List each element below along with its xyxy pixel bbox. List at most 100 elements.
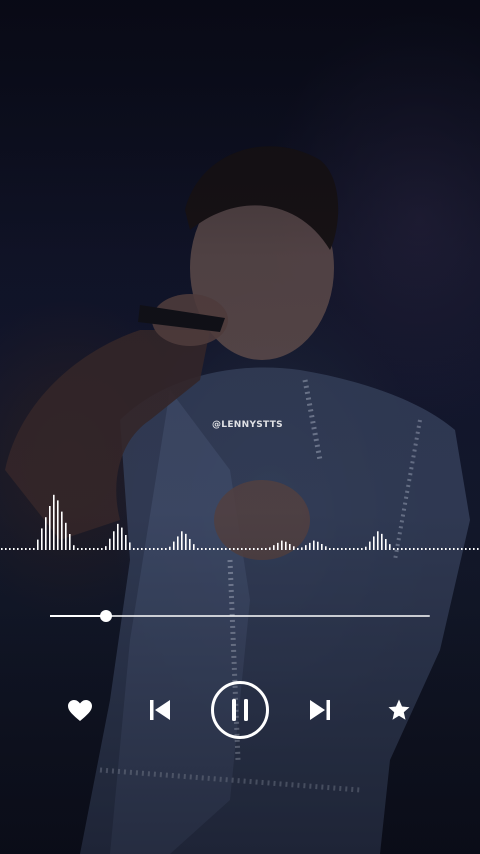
- waveform-bar: [137, 548, 139, 550]
- waveform-bar: [317, 541, 319, 550]
- waveform-bar: [161, 548, 163, 550]
- waveform-bar: [381, 533, 383, 550]
- waveform-bar: [353, 548, 355, 550]
- heart-icon: [68, 700, 92, 721]
- waveform-bar: [277, 542, 279, 550]
- waveform-bar: [401, 548, 403, 550]
- waveform-bar: [305, 545, 307, 550]
- skip-previous-icon: [150, 700, 170, 720]
- watermark-text: @LENNYSTTS: [212, 420, 283, 430]
- waveform-bar: [97, 548, 99, 550]
- waveform-bar: [393, 548, 395, 550]
- waveform-bar: [169, 546, 171, 550]
- waveform-bar: [453, 548, 455, 550]
- waveform-bar: [61, 511, 63, 550]
- waveform-bar: [121, 527, 123, 550]
- progress-fill: [50, 615, 106, 617]
- waveform-bar: [157, 548, 159, 550]
- waveform-bar: [257, 548, 259, 550]
- waveform-bar: [225, 548, 227, 550]
- waveform-bar: [329, 548, 331, 550]
- waveform-bar: [133, 548, 135, 550]
- waveform-bar: [21, 548, 23, 550]
- waveform-bar: [89, 548, 91, 550]
- waveform-bar: [421, 548, 423, 550]
- waveform-bar: [117, 523, 119, 550]
- waveform-bar: [13, 548, 15, 550]
- waveform-bar: [313, 540, 315, 550]
- waveform-bar: [77, 548, 79, 550]
- waveform-bar: [149, 548, 151, 550]
- waveform-bar: [177, 536, 179, 550]
- waveform-bar: [65, 522, 67, 550]
- waveform-bar: [345, 548, 347, 550]
- waveform-bar: [269, 547, 271, 550]
- progress-thumb[interactable]: [99, 610, 112, 622]
- waveform-bar: [113, 531, 115, 550]
- playback-controls: [0, 680, 480, 740]
- waveform-bar: [265, 548, 267, 550]
- waveform-bar: [101, 548, 103, 550]
- waveform-bar: [197, 548, 199, 550]
- waveform-bar: [141, 548, 143, 550]
- waveform-bar: [461, 548, 463, 550]
- waveform-bar: [289, 544, 291, 550]
- like-button[interactable]: [66, 697, 94, 725]
- waveform-bar: [29, 548, 31, 550]
- favorite-button[interactable]: [386, 697, 412, 723]
- waveform-bar: [397, 548, 399, 550]
- pause-icon: [211, 681, 269, 739]
- waveform-bar: [429, 548, 431, 550]
- waveform-bar: [245, 548, 247, 550]
- waveform-bar: [125, 535, 127, 550]
- waveform-bar: [81, 548, 83, 550]
- star-icon: [388, 699, 410, 720]
- waveform-bar: [105, 546, 107, 550]
- waveform-bar: [337, 548, 339, 550]
- waveform-bar: [437, 548, 439, 550]
- play-pause-button[interactable]: [210, 680, 270, 740]
- waveform-bar: [213, 548, 215, 550]
- waveform-bar: [465, 548, 467, 550]
- waveform-bar: [281, 540, 283, 550]
- waveform-bar: [33, 548, 35, 550]
- waveform-bar: [217, 548, 219, 550]
- previous-button[interactable]: [146, 696, 174, 724]
- waveform-bar: [129, 542, 131, 550]
- waveform-bar: [477, 548, 479, 550]
- waveform-bar: [357, 548, 359, 550]
- waveform-bar: [49, 506, 51, 550]
- waveform-bar: [193, 544, 195, 550]
- audio-waveform: [1, 494, 479, 550]
- waveform-bar: [297, 548, 299, 550]
- waveform-bar: [17, 548, 19, 550]
- waveform-bar: [293, 546, 295, 550]
- waveform-bar: [273, 545, 275, 550]
- waveform-bar: [53, 494, 55, 550]
- waveform-bar: [181, 531, 183, 550]
- waveform-bar: [185, 533, 187, 550]
- waveform-bar: [37, 539, 39, 550]
- waveform-bar: [457, 548, 459, 550]
- waveform-bar: [309, 542, 311, 550]
- waveform-bar: [321, 544, 323, 550]
- next-button[interactable]: [306, 696, 334, 724]
- waveform-bar: [341, 548, 343, 550]
- waveform-bar: [209, 548, 211, 550]
- waveform-bar: [389, 544, 391, 550]
- waveform-bar: [1, 548, 3, 550]
- waveform-bar: [73, 545, 75, 550]
- waveform-bar: [473, 548, 475, 550]
- waveform-bar: [385, 539, 387, 550]
- waveform-bar: [5, 548, 7, 550]
- waveform-bar: [153, 548, 155, 550]
- waveform-bar: [377, 531, 379, 550]
- waveform-bar: [201, 548, 203, 550]
- waveform-bar: [205, 548, 207, 550]
- waveform-bar: [221, 548, 223, 550]
- waveform-bar: [173, 541, 175, 550]
- waveform-bar: [233, 548, 235, 550]
- waveform-bar: [57, 500, 59, 550]
- progress-bar[interactable]: [50, 610, 430, 622]
- waveform-bar: [285, 541, 287, 550]
